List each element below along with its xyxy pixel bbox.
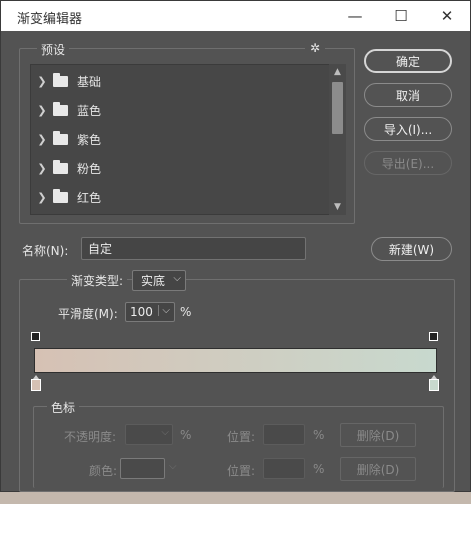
close-icon: ✕ (440, 7, 454, 25)
preset-folder-item[interactable]: ❯ 红色 (31, 183, 329, 212)
chevron-right-icon[interactable]: ❯ (31, 133, 53, 146)
minimize-button[interactable]: — (332, 1, 378, 31)
cancel-button[interactable]: 取消 (364, 83, 452, 107)
new-button[interactable]: 新建(W) (371, 237, 452, 261)
opacity-label: 不透明度: (64, 430, 117, 444)
gradient-type-select[interactable]: 实底 ⌵ (132, 270, 186, 291)
smoothness-select[interactable]: 100 ⌵ (125, 302, 175, 322)
preset-folder-item[interactable]: ❯ 紫色 (31, 125, 329, 154)
smoothness-percent: % (180, 305, 192, 319)
opacity-position-label: 位置: (227, 430, 256, 444)
delete-color-stop-button: 删除(D) (340, 457, 416, 481)
preset-folder-label: 粉色 (77, 162, 102, 176)
chevron-down-icon: ⌵ (173, 273, 181, 284)
close-button[interactable]: ✕ (424, 1, 470, 31)
opacity-stop-left[interactable] (31, 332, 40, 341)
folder-icon (53, 189, 68, 203)
smoothness-label: 平滑度(M): (58, 307, 118, 321)
opacity-field: ⌵ (125, 424, 173, 445)
color-stop-left[interactable] (31, 375, 41, 391)
chevron-down-icon: ⌵ (161, 427, 169, 438)
import-button[interactable]: 导入(I)... (364, 117, 452, 141)
preset-folder-label: 蓝色 (77, 104, 102, 118)
opacity-percent: % (180, 428, 192, 442)
opacity-position-field (263, 424, 305, 445)
gradient-editor-window: 渐变编辑器 — ☐ ✕ 预设 ✲ ❯ 基础 ❯ 蓝色 ❯ 紫色 ❯ 粉色 ❯ 红色 ▲ ▼ 确定 … (0, 0, 471, 492)
ok-button[interactable]: 确定 (364, 49, 452, 73)
gradient-type-value: 实底 (141, 274, 166, 288)
chevron-down-icon: ⌵ (158, 305, 170, 316)
gradient-type-label: 渐变类型: (67, 272, 128, 289)
preset-folder-label: 红色 (77, 191, 102, 205)
maximize-button[interactable]: ☐ (378, 1, 424, 31)
chevron-down-icon: ⌵ (169, 461, 177, 472)
smoothness-value: 100 (130, 305, 153, 319)
preset-folder-item[interactable]: ❯ 基础 (31, 67, 329, 96)
color-position-label: 位置: (227, 464, 256, 478)
chevron-right-icon[interactable]: ❯ (31, 104, 53, 117)
delete-opacity-stop-button: 删除(D) (340, 423, 416, 447)
color-stops-label: 色标 (47, 399, 80, 416)
color-position-percent: % (313, 462, 325, 476)
chevron-right-icon[interactable]: ❯ (31, 75, 53, 88)
gear-icon: ✲ (309, 41, 321, 55)
gradient-preview-bar[interactable] (34, 348, 437, 373)
color-position-field (263, 458, 305, 479)
color-swatch (120, 458, 165, 479)
color-stop-right[interactable] (429, 375, 439, 391)
color-label: 颜色: (89, 464, 118, 478)
folder-icon (53, 160, 68, 174)
background-app-bottom (0, 504, 471, 546)
window-title: 渐变编辑器 (17, 12, 83, 27)
presets-settings-button[interactable]: ✲ (305, 41, 325, 57)
name-field[interactable]: 自定 (81, 237, 306, 260)
presets-list: ❯ 基础 ❯ 蓝色 ❯ 紫色 ❯ 粉色 ❯ 红色 (30, 64, 346, 215)
chevron-right-icon[interactable]: ❯ (31, 191, 53, 204)
scroll-thumb[interactable] (332, 82, 343, 134)
preset-folder-item[interactable]: ❯ 粉色 (31, 154, 329, 183)
title-bar: 渐变编辑器 — ☐ ✕ (1, 1, 470, 31)
scroll-up-icon[interactable]: ▲ (329, 64, 346, 80)
chevron-right-icon[interactable]: ❯ (31, 162, 53, 175)
opacity-position-percent: % (313, 428, 325, 442)
export-button: 导出(E)... (364, 151, 452, 175)
minimize-icon: — (347, 7, 363, 25)
folder-icon (53, 102, 68, 116)
presets-label: 预设 (37, 41, 70, 58)
preset-folder-label: 紫色 (77, 133, 102, 147)
opacity-stop-right[interactable] (429, 332, 438, 341)
preset-folder-item[interactable]: ❯ 蓝色 (31, 96, 329, 125)
maximize-icon: ☐ (394, 7, 408, 25)
name-value: 自定 (88, 242, 113, 256)
name-label: 名称(N): (22, 244, 69, 258)
preset-folder-label: 基础 (77, 75, 102, 89)
folder-icon (53, 131, 68, 145)
scroll-down-icon[interactable]: ▼ (329, 199, 346, 215)
folder-icon (53, 73, 68, 87)
